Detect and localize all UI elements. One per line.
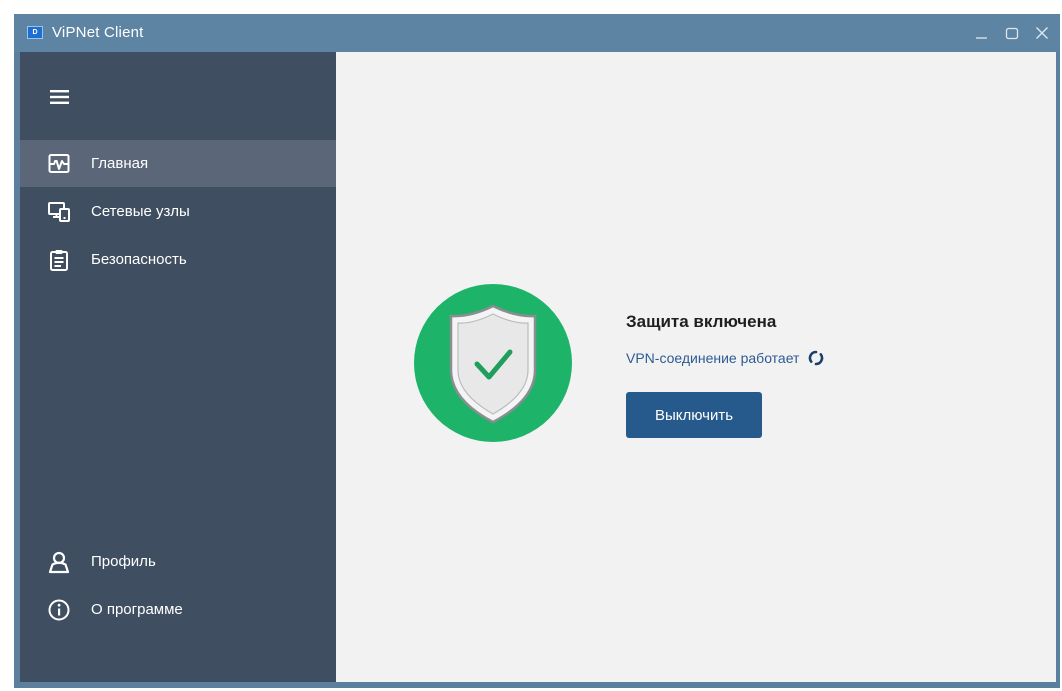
disable-button[interactable]: Выключить <box>626 392 762 438</box>
info-icon <box>47 598 71 622</box>
sidebar-item-label: Профиль <box>91 553 156 570</box>
sidebar: Главная Сетевые узлы Безопасность Профил… <box>20 52 336 682</box>
sidebar-item-label: Сетевые узлы <box>91 203 190 220</box>
dashboard-pulse-icon <box>47 152 71 176</box>
sidebar-item-label: О программе <box>91 601 183 618</box>
maximize-icon <box>1005 27 1019 40</box>
minimize-button[interactable] <box>974 25 990 41</box>
minimize-icon <box>976 37 987 39</box>
sidebar-item-about[interactable]: О программе <box>20 586 336 633</box>
sidebar-item-label: Безопасность <box>91 251 187 268</box>
window-title: ViPNet Client <box>52 24 144 41</box>
vpn-status: VPN-соединение работает <box>626 350 824 366</box>
clipboard-security-icon <box>47 248 71 272</box>
maximize-button[interactable] <box>1004 25 1020 41</box>
app-logo-icon: D <box>27 26 43 39</box>
hamburger-icon <box>50 90 69 104</box>
network-nodes-icon <box>47 200 71 224</box>
sidebar-item-network-nodes[interactable]: Сетевые узлы <box>20 188 336 235</box>
vpn-status-text: VPN-соединение работает <box>626 350 800 366</box>
sidebar-item-security[interactable]: Безопасность <box>20 236 336 283</box>
app-window: D ViPNet Client Главная Сетевые узлы Без… <box>14 14 1060 688</box>
title-bar[interactable]: D ViPNet Client <box>14 14 1060 52</box>
sidebar-item-home[interactable]: Главная <box>20 140 336 187</box>
main-content: Защита включена VPN-соединение работает … <box>336 52 1056 682</box>
hamburger-menu-button[interactable] <box>50 88 72 106</box>
sync-icon <box>809 350 824 366</box>
close-icon <box>1036 27 1048 39</box>
close-button[interactable] <box>1034 25 1050 41</box>
user-icon <box>47 550 71 574</box>
protection-shield-icon <box>414 284 572 442</box>
sidebar-item-label: Главная <box>91 155 149 172</box>
protection-status-title: Защита включена <box>626 312 777 331</box>
window-controls <box>974 22 1050 44</box>
sidebar-item-profile[interactable]: Профиль <box>20 538 336 585</box>
